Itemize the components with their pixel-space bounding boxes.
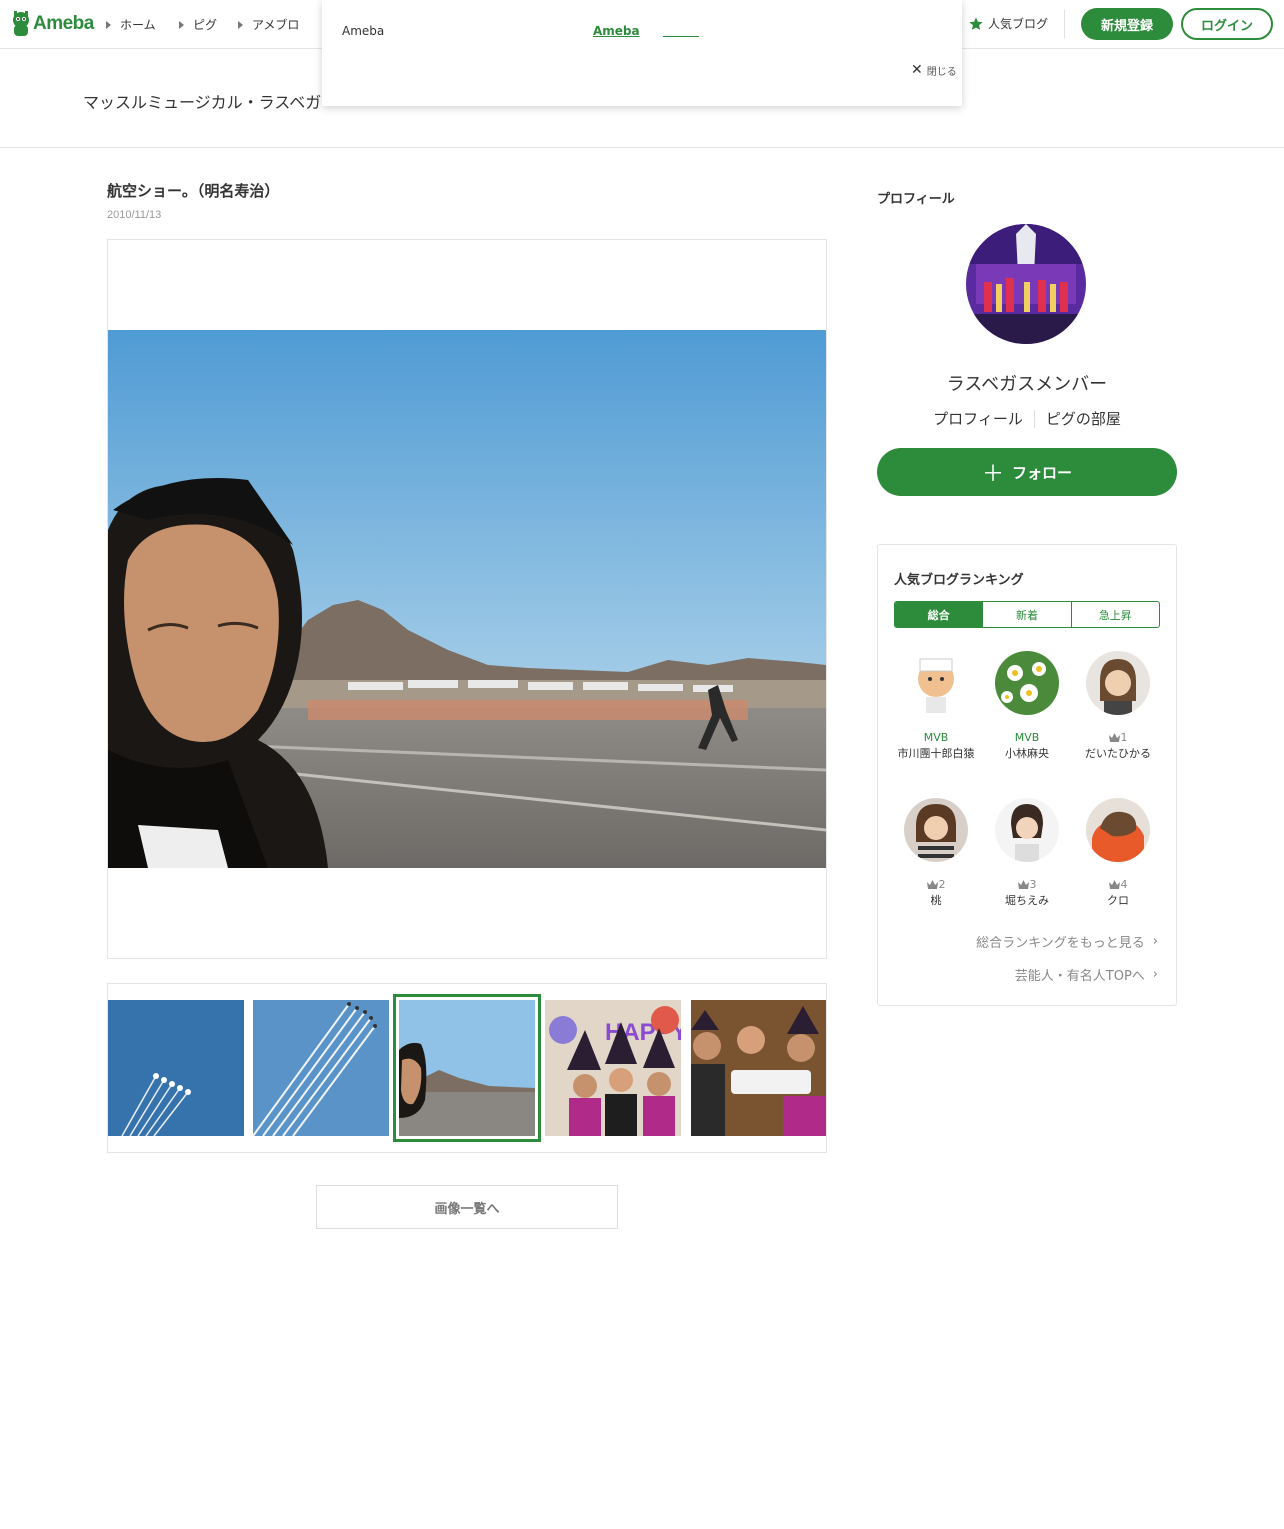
thumbnail-4[interactable]: HAPPY bbox=[545, 1000, 681, 1136]
crown-icon bbox=[1108, 733, 1120, 742]
rank-label: MVB bbox=[923, 731, 949, 744]
profile-link[interactable]: プロフィール bbox=[933, 408, 1023, 429]
ranking-title: 人気ブログランキング bbox=[894, 573, 1024, 588]
post-title: 航空ショー。（明名寿治） bbox=[107, 182, 280, 200]
ameba-logo[interactable]: Ameba bbox=[11, 10, 94, 37]
ranking-item[interactable]: 2 桃 bbox=[891, 798, 981, 908]
link-separator bbox=[1033, 409, 1035, 428]
profile-heading: プロフィール bbox=[877, 192, 955, 207]
ranking-item[interactable]: MVB 市川團十郎白猿 bbox=[891, 651, 981, 761]
ranking-tabs: 総合 新着 急上昇 bbox=[894, 601, 1160, 628]
thumbnail-5[interactable] bbox=[691, 1000, 827, 1136]
close-icon: ✕ bbox=[911, 62, 923, 78]
rank-name: 桃 bbox=[930, 894, 942, 907]
thumbnail-3-selected[interactable] bbox=[393, 994, 541, 1142]
nav-label: ホーム bbox=[120, 18, 156, 32]
tab-new[interactable]: 新着 bbox=[982, 602, 1070, 627]
close-label: 閉じる bbox=[926, 66, 957, 78]
header-divider bbox=[1064, 10, 1065, 38]
triangle-right-icon bbox=[238, 20, 243, 29]
celebrity-top-label: 芸能人・有名人TOPへ bbox=[1014, 969, 1145, 984]
popular-blog-link[interactable]: 人気ブログ bbox=[968, 15, 1048, 32]
image-list-button[interactable]: 画像一覧へ bbox=[316, 1185, 618, 1229]
nav-pig[interactable]: ピグ bbox=[179, 16, 217, 33]
pig-room-link[interactable]: ピグの部屋 bbox=[1046, 408, 1121, 429]
ameba-mascot-icon bbox=[13, 11, 29, 36]
crown-icon bbox=[1017, 880, 1029, 889]
nav-ameblo[interactable]: アメブロ bbox=[238, 16, 299, 33]
post-date: 2010/11/13 bbox=[107, 209, 162, 221]
more-overall-label: 総合ランキングをもっと見る bbox=[976, 936, 1145, 951]
plus-icon: ＋ bbox=[981, 462, 1004, 487]
profile-name[interactable]: ラスベガスメンバー bbox=[877, 370, 1177, 396]
nav-label: ピグ bbox=[193, 18, 218, 32]
follow-label: フォロー bbox=[1012, 463, 1073, 482]
logo-text: Ameba bbox=[33, 12, 94, 34]
thumbnail-1[interactable] bbox=[108, 1000, 244, 1136]
rank-number: 1 bbox=[1073, 731, 1163, 744]
ranking-avatar bbox=[995, 651, 1059, 715]
follow-button[interactable]: ＋ フォロー bbox=[877, 448, 1177, 496]
crown-icon bbox=[1108, 880, 1120, 889]
popular-blog-label: 人気ブログ bbox=[988, 17, 1049, 31]
rank-label: MVB bbox=[1014, 731, 1040, 744]
more-overall-ranking-link[interactable]: 総合ランキングをもっと見る › bbox=[976, 932, 1158, 951]
nav-label: アメブロ bbox=[252, 18, 300, 32]
ranking-avatar bbox=[1086, 798, 1150, 862]
ranking-avatar bbox=[904, 651, 968, 715]
login-button[interactable]: ログイン bbox=[1181, 8, 1273, 40]
rank-name: 堀ちえみ bbox=[1005, 894, 1049, 907]
main-photo[interactable] bbox=[108, 330, 826, 868]
rank-name: だいたひかる bbox=[1085, 747, 1151, 760]
ranking-item[interactable]: 4 クロ bbox=[1073, 798, 1163, 908]
star-icon bbox=[969, 16, 983, 30]
rank-number: 3 bbox=[982, 878, 1072, 891]
tab-rising[interactable]: 急上昇 bbox=[1070, 602, 1159, 627]
ranking-item[interactable]: 1 だいたひかる bbox=[1073, 651, 1163, 761]
tab-overall[interactable]: 総合 bbox=[895, 602, 983, 627]
main-photo-frame bbox=[107, 239, 827, 959]
ranking-avatar bbox=[1086, 651, 1150, 715]
rank-number: 4 bbox=[1073, 878, 1163, 891]
triangle-right-icon bbox=[106, 20, 111, 29]
thumbnail-2[interactable] bbox=[253, 1000, 389, 1136]
profile-avatar[interactable] bbox=[966, 224, 1086, 344]
ranking-item[interactable]: MVB 小林麻央 bbox=[982, 651, 1072, 761]
ranking-item[interactable]: 3 堀ちえみ bbox=[982, 798, 1072, 908]
blog-title[interactable]: マッスルミュージカル・ラスベガ bbox=[83, 89, 321, 113]
ranking-avatar bbox=[904, 798, 968, 862]
crown-icon bbox=[926, 880, 938, 889]
notice-link-underline[interactable] bbox=[663, 36, 699, 37]
ranking-avatar bbox=[995, 798, 1059, 862]
nav-home[interactable]: ホーム bbox=[106, 16, 156, 33]
chevron-right-icon: › bbox=[1152, 934, 1158, 949]
register-button[interactable]: 新規登録 bbox=[1081, 8, 1173, 40]
notice-link[interactable]: Ameba bbox=[593, 24, 640, 38]
rank-name: 市川團十郎白猿 bbox=[897, 747, 975, 760]
rank-number: 2 bbox=[891, 878, 981, 891]
notice-text: Ameba bbox=[342, 24, 385, 38]
celebrity-top-link[interactable]: 芸能人・有名人TOPへ › bbox=[1015, 965, 1158, 984]
popular-ranking-box: 人気ブログランキング 総合 新着 急上昇 MVB 市川團十郎白猿 MVB 小林麻… bbox=[877, 544, 1177, 1006]
notice-popup: Ameba Ameba ✕ 閉じる bbox=[322, 0, 962, 106]
rank-name: クロ bbox=[1107, 894, 1129, 907]
triangle-right-icon bbox=[179, 20, 184, 29]
notice-close-button[interactable]: ✕ 閉じる bbox=[911, 62, 957, 78]
chevron-right-icon: › bbox=[1152, 967, 1158, 982]
profile-links: プロフィール ピグの部屋 bbox=[877, 408, 1177, 429]
rank-name: 小林麻央 bbox=[1005, 747, 1049, 760]
thumbnail-strip: HAPPY bbox=[107, 983, 827, 1153]
